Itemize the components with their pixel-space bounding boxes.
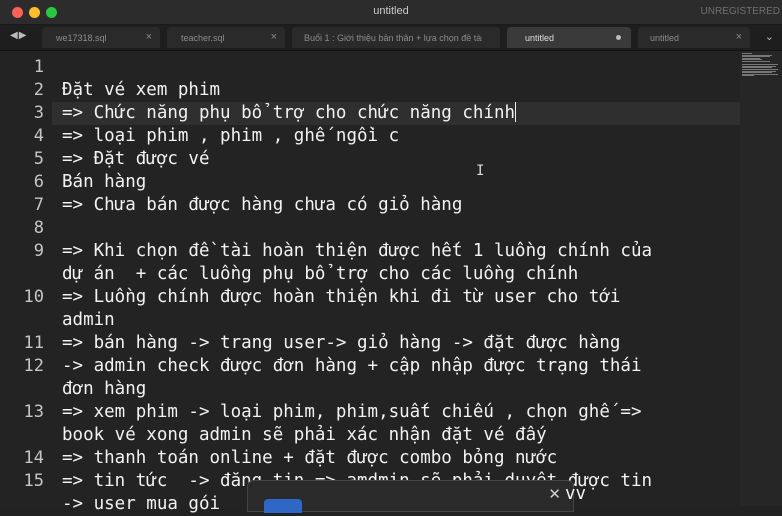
tab-nav-arrows-icon[interactable]: ◀▶ [10, 30, 27, 41]
notification-close-icon[interactable]: ✕ [548, 485, 561, 503]
code-line[interactable]: => Khi chọn đề tài hoàn thiện được hết 1… [62, 240, 652, 263]
line-number: 5 [33, 149, 44, 169]
code-line[interactable]: => thanh toán online + đặt được combo bỏ… [62, 447, 557, 470]
tab-teacher[interactable]: teacher.sql × [167, 27, 285, 48]
code-line[interactable]: => Luồng chính được hoàn thiện khi đi từ… [62, 286, 620, 309]
tab-bar: ◀▶ we17318.sql × teacher.sql × Buổi 1 : … [0, 25, 782, 51]
code-line[interactable]: => Đặt được vé [62, 148, 210, 171]
tab-untitled[interactable]: untitled × [638, 27, 750, 48]
line-number: 10 [23, 287, 44, 307]
line-number: 9 [33, 241, 44, 261]
editor-pane[interactable]: 1 2 3 4 5 6 7 8 9 10 11 12 13 14 15 Đặt vé xem phim => … [0, 51, 782, 514]
line-number: 14 [23, 448, 44, 468]
tab-label: untitled [650, 33, 680, 43]
code-line[interactable]: => bán hàng -> trang user-> giỏ hàng -> … [62, 332, 620, 355]
code-line[interactable]: -> user mua gói [62, 493, 220, 516]
tab-untitled-active[interactable]: untitled [507, 27, 631, 48]
tab-overflow-chevron-icon[interactable]: ⌄ [765, 30, 774, 43]
code-line[interactable]: => xem phim -> loại phim, phim,suất chiế… [62, 401, 641, 424]
line-number: 12 [23, 356, 44, 376]
tab-close-icon[interactable]: × [271, 31, 277, 43]
line-number: 6 [33, 172, 44, 192]
code-line[interactable]: => loại phim , phim , ghế ngồi c [62, 125, 399, 148]
text-cursor-ibeam-icon: I [476, 163, 485, 179]
line-number: 2 [33, 80, 44, 100]
line-number: 15 [23, 471, 44, 491]
code-line[interactable]: => Chưa bán được hàng chưa có giỏ hàng [62, 194, 462, 217]
unregistered-label: UNREGISTERED [700, 6, 780, 17]
tab-label: untitled [525, 33, 555, 43]
minimap[interactable] [740, 51, 782, 506]
minimap-line [742, 75, 754, 77]
tab-label: Buổi 1 : Giới thiệu bản thân + lựa chọn … [304, 33, 482, 43]
code-line[interactable]: => Chức năng phụ bổ trợ cho chức năng ch… [62, 102, 517, 125]
code-line[interactable]: -> admin check được đơn hàng + cập nhập … [62, 355, 641, 378]
code-line[interactable]: dự án + các luồng phụ bổ trợ cho các luồ… [62, 263, 578, 286]
minimap-line [742, 61, 770, 62]
line-number: 11 [23, 333, 44, 353]
tab-label: we17318.sql [56, 33, 107, 43]
line-number: 4 [33, 126, 44, 146]
title-bar: untitled UNREGISTERED [0, 0, 782, 25]
notification-trailing-text: vv [565, 484, 587, 504]
tab-we17318[interactable]: we17318.sql × [42, 27, 160, 48]
code-line[interactable]: admin [62, 309, 115, 332]
code-line[interactable]: book vé xong admin sẽ phải xác nhận đặt … [62, 424, 547, 447]
line-number-gutter: 1 2 3 4 5 6 7 8 9 10 11 12 13 14 15 [0, 51, 52, 506]
tab-buoi-1[interactable]: Buổi 1 : Giới thiệu bản thân + lựa chọn … [292, 27, 500, 48]
app-icon [264, 499, 302, 513]
text-caret [515, 102, 517, 122]
line-number: 7 [33, 195, 44, 215]
line-number: 13 [23, 402, 44, 422]
code-line[interactable]: đơn hàng [62, 378, 146, 401]
tab-label: teacher.sql [181, 33, 225, 43]
code-line[interactable]: Bán hàng [62, 171, 146, 194]
tab-close-icon[interactable]: × [146, 31, 152, 43]
tab-close-icon[interactable]: × [736, 31, 742, 43]
line-number: 3 [33, 103, 44, 123]
line-number: 1 [33, 57, 44, 77]
code-line[interactable]: Đặt vé xem phim [62, 79, 220, 102]
window-title: untitled [373, 5, 409, 17]
line-number: 8 [33, 218, 44, 238]
notification-popup: ✕ [247, 480, 574, 513]
unsaved-dot-icon[interactable] [616, 35, 621, 40]
